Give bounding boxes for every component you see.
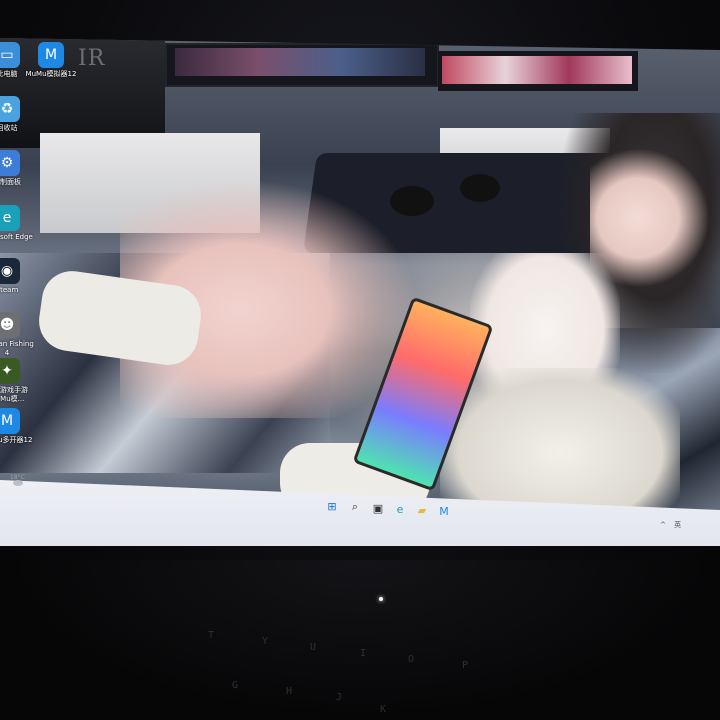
laptop-keyboard <box>0 560 720 720</box>
desktop-icon-russian-fishing[interactable]: ☻ Russian Fishing 4 <box>0 312 36 358</box>
desktop-icon-mumu[interactable]: M MuMu模拟器12 <box>22 42 80 79</box>
wallpaper-brand-text: IR <box>78 46 106 71</box>
wallpaper-monitor-screen <box>175 48 425 76</box>
desktop-icon-label: Russian Fishing 4 <box>0 340 34 357</box>
desktop-icon-label: Microsoft Edge <box>0 233 33 241</box>
wallpaper-figure-head <box>590 148 710 288</box>
mumu-multi-icon: M <box>0 408 20 434</box>
mumu-icon: M <box>38 42 64 68</box>
desktop-icon-steam[interactable]: ◉ Steam <box>0 258 36 295</box>
russian-fishing-icon: ☻ <box>0 312 20 338</box>
recycle-bin-icon: ♻ <box>0 96 20 122</box>
steam-icon: ◉ <box>0 258 20 284</box>
search-icon[interactable]: ⌕ <box>347 499 363 515</box>
desktop-icon-label: 控制面板 <box>0 178 21 186</box>
edge-taskbar-icon[interactable]: e <box>392 501 408 517</box>
key-label: Y <box>262 636 269 647</box>
key-label: H <box>286 686 293 697</box>
power-indicator <box>379 597 383 601</box>
desktop-icon-recycle-bin[interactable]: ♻ 回收站 <box>0 96 36 133</box>
key-label: U <box>310 642 317 653</box>
desktop-icon-mumu-multi[interactable]: M MuMu多开器12 <box>0 408 36 445</box>
desktop-icon-game-mumu[interactable]: ✦ 猫火游戏手游MuMu模... <box>0 358 36 404</box>
desktop-icon-label: 猫火游戏手游MuMu模... <box>0 386 28 403</box>
control-panel-icon: ⚙ <box>0 150 20 176</box>
key-label: K <box>380 704 387 715</box>
key-label: I <box>360 648 367 659</box>
system-tray[interactable]: ^ 英 <box>660 520 684 530</box>
weather-widget[interactable]: 18°C <box>10 474 25 481</box>
game-mumu-icon: ✦ <box>0 358 20 384</box>
mumu-taskbar-icon[interactable]: M <box>436 503 452 519</box>
wallpaper-mouse <box>460 174 500 202</box>
desktop-icon-label: Steam <box>0 286 19 294</box>
wallpaper-monitor-screen <box>442 56 632 84</box>
start-icon[interactable]: ⊞ <box>324 498 340 514</box>
key-label: O <box>408 654 415 665</box>
edge-icon: e <box>0 205 20 231</box>
pc-icon: ▭ <box>0 42 20 68</box>
desktop-icon-control-panel[interactable]: ⚙ 控制面板 <box>0 150 36 187</box>
key-label: P <box>462 660 469 671</box>
file-explorer-icon[interactable]: ▰ <box>414 502 430 518</box>
desktop-icon-label: MuMu模拟器12 <box>25 70 77 78</box>
desktop-icon-label: 回收站 <box>0 124 18 132</box>
monitor-screen: IR <box>0 38 720 544</box>
task-view-icon[interactable]: ▣ <box>370 500 386 516</box>
desktop-icon-label: MuMu多开器12 <box>0 436 33 444</box>
desktop-icon-edge[interactable]: e Microsoft Edge <box>0 205 36 242</box>
key-label: G <box>232 680 239 691</box>
key-label: J <box>336 692 343 703</box>
key-label: T <box>208 630 215 641</box>
